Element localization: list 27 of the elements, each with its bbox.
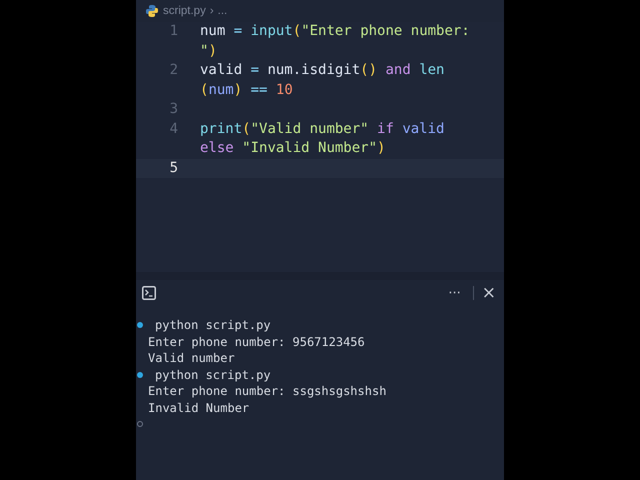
terminal-output: Invalid Number <box>148 400 250 415</box>
code-text: else "Invalid Number") <box>200 139 386 158</box>
line-number: 1 <box>168 22 178 41</box>
breadcrumb-more[interactable]: ... <box>218 5 228 17</box>
terminal-command: python script.py <box>155 368 271 382</box>
python-icon <box>145 4 159 18</box>
more-actions-button[interactable]: ··· <box>442 286 467 300</box>
line-number: 3 <box>168 100 178 119</box>
terminal-output: Valid number <box>148 351 235 366</box>
close-button[interactable]: × <box>480 283 498 303</box>
code-text: (num) == 10 <box>200 80 293 100</box>
terminal-icon[interactable] <box>142 286 156 300</box>
command-status-icon <box>137 372 143 378</box>
breadcrumb-file[interactable]: script.py <box>163 5 206 17</box>
code-text: valid = num.isdigit() and len <box>200 61 444 80</box>
terminal-command: python script.py <box>155 318 271 332</box>
code-text: num = input("Enter phone number: <box>200 22 470 41</box>
terminal-output: Enter phone number: 9567123456 <box>148 334 365 349</box>
prompt-icon <box>137 421 143 428</box>
code-text: ") <box>200 42 217 60</box>
line-number: 4 <box>168 120 178 138</box>
terminal-output: Enter phone number: ssgshsgshshsh <box>148 384 386 398</box>
command-status-icon <box>137 322 143 328</box>
line-number: 2 <box>168 61 178 80</box>
code-text: print("Valid number" if valid <box>200 120 444 138</box>
breadcrumb-separator: › <box>210 5 214 17</box>
line-number: 5 <box>168 158 178 178</box>
